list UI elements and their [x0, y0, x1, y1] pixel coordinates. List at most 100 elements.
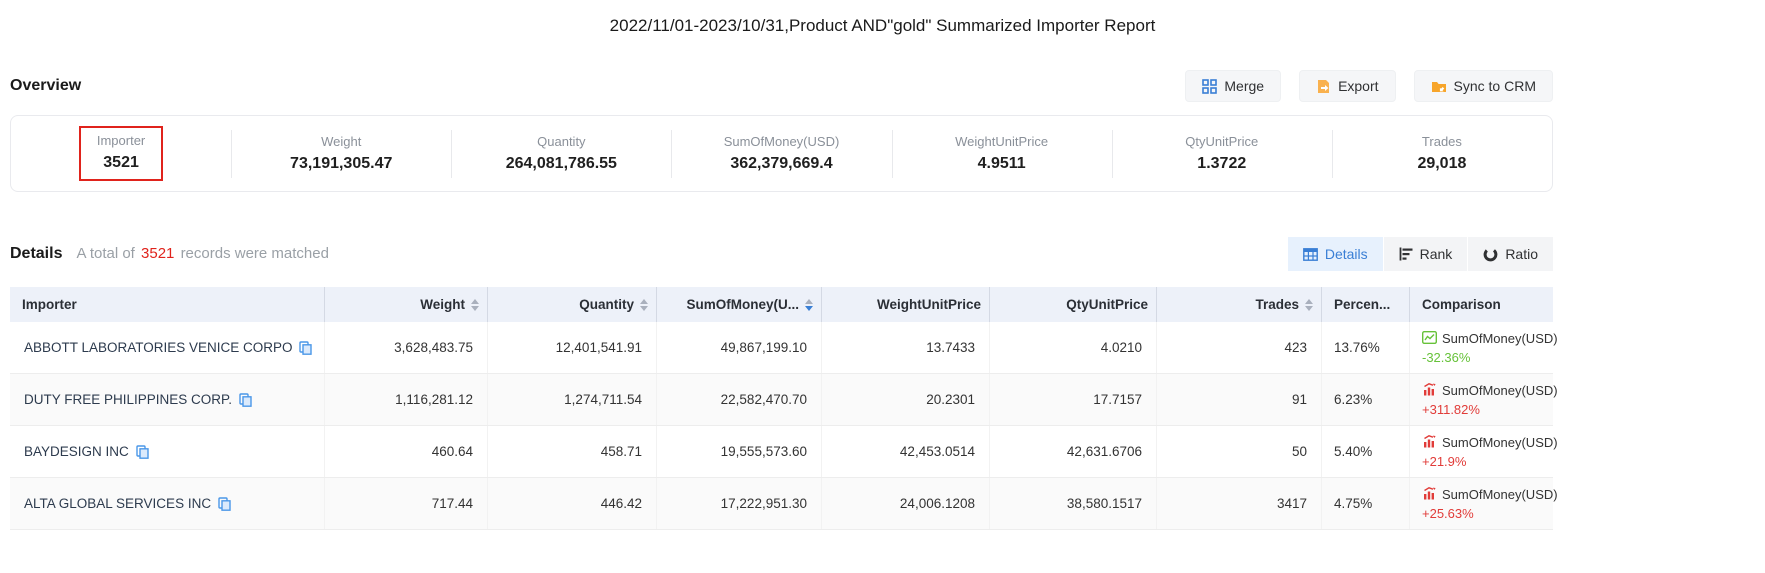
weight-unit-price-cell: 24,006.1208 — [822, 478, 990, 529]
importer-name-cell[interactable]: DUTY FREE PHILIPPINES CORP. — [10, 374, 325, 425]
qty-unit-price-cell: 4.0210 — [990, 322, 1157, 373]
weight-unit-price-cell: 20.2301 — [822, 374, 990, 425]
stat-weight-label: Weight — [321, 134, 361, 149]
weight-cell: 717.44 — [325, 478, 488, 529]
comparison-metric: SumOfMoney(USD) — [1442, 331, 1558, 346]
comparison-metric: SumOfMoney(USD) — [1442, 435, 1558, 450]
sync-to-crm-button[interactable]: Sync to CRM — [1414, 70, 1553, 102]
qty-unit-price-cell: 38,580.1517 — [990, 478, 1157, 529]
col-header-qty-unit-price: QtyUnitPrice — [990, 287, 1157, 322]
trend-down-chart-icon — [1422, 330, 1437, 347]
merge-button[interactable]: Merge — [1185, 70, 1281, 102]
quantity-cell: 12,401,541.91 — [488, 322, 657, 373]
percent-cell: 6.23% — [1322, 374, 1410, 425]
sum-of-money-cell: 22,582,470.70 — [657, 374, 822, 425]
stat-quantity-label: Quantity — [537, 134, 585, 149]
importer-name[interactable]: ABBOTT LABORATORIES VENICE CORPORAT... — [24, 340, 292, 355]
stat-trades-label: Trades — [1422, 134, 1462, 149]
importer-name-cell[interactable]: ABBOTT LABORATORIES VENICE CORPORAT... — [10, 322, 325, 373]
sort-icon-active-desc[interactable] — [805, 299, 813, 311]
comparison-cell: SumOfMoney(USD) +21.9% — [1410, 426, 1553, 477]
stat-qty-unit-price-value: 1.3722 — [1197, 155, 1246, 173]
qty-unit-price-cell: 17.7157 — [990, 374, 1157, 425]
col-header-quantity[interactable]: Quantity — [488, 287, 657, 322]
tab-rank[interactable]: Rank — [1384, 237, 1468, 271]
trades-cell: 50 — [1157, 426, 1322, 477]
comparison-metric: SumOfMoney(USD) — [1442, 383, 1558, 398]
tab-ratio[interactable]: Ratio — [1468, 237, 1553, 271]
copy-icon[interactable] — [239, 393, 252, 407]
sync-folder-icon — [1431, 79, 1447, 94]
importer-report-page: 2022/11/01-2023/10/31,Product AND"gold" … — [0, 0, 1765, 573]
stat-weight: Weight 73,191,305.47 — [231, 116, 451, 191]
trades-cell: 423 — [1157, 322, 1322, 373]
comparison-cell: SumOfMoney(USD) -32.36% — [1410, 322, 1553, 373]
percent-cell: 5.40% — [1322, 426, 1410, 477]
tab-rank-label: Rank — [1420, 246, 1453, 262]
col-header-weight-unit-price: WeightUnitPrice — [822, 287, 990, 322]
stat-importer-value: 3521 — [103, 154, 139, 172]
stat-weight-unit-price-label: WeightUnitPrice — [955, 134, 1048, 149]
view-mode-tabs: Details Rank Ratio — [1288, 237, 1553, 271]
total-suffix: records were matched — [181, 245, 329, 262]
total-count: 3521 — [141, 245, 174, 262]
tab-details-label: Details — [1325, 246, 1368, 262]
export-file-icon — [1316, 79, 1331, 94]
weight-unit-price-cell: 13.7433 — [822, 322, 990, 373]
importer-name-cell[interactable]: ALTA GLOBAL SERVICES INC — [10, 478, 325, 529]
tab-ratio-label: Ratio — [1505, 246, 1538, 262]
stat-trades-value: 29,018 — [1417, 155, 1466, 173]
col-header-comparison: Comparison — [1410, 287, 1553, 322]
importer-name[interactable]: BAYDESIGN INC — [24, 444, 129, 459]
rank-bars-icon — [1399, 247, 1413, 261]
col-header-sum-of-money[interactable]: SumOfMoney(U... — [657, 287, 822, 322]
stat-sum-of-money-label: SumOfMoney(USD) — [724, 134, 840, 149]
details-heading: Details — [10, 245, 62, 263]
copy-icon[interactable] — [299, 341, 312, 355]
sum-of-money-cell: 19,555,573.60 — [657, 426, 822, 477]
comparison-change: +21.9% — [1422, 454, 1466, 469]
col-header-trades[interactable]: Trades — [1157, 287, 1322, 322]
table-grid-icon — [1303, 248, 1318, 261]
importer-annotation-box: Importer 3521 — [79, 126, 163, 181]
qty-unit-price-cell: 42,631.6706 — [990, 426, 1157, 477]
stat-weight-unit-price-value: 4.9511 — [978, 155, 1026, 173]
quantity-cell: 458.71 — [488, 426, 657, 477]
comparison-cell: SumOfMoney(USD) +25.63% — [1410, 478, 1553, 529]
table-row: ABBOTT LABORATORIES VENICE CORPORAT... 3… — [10, 322, 1553, 374]
col-header-percent: Percen... — [1322, 287, 1410, 322]
copy-icon[interactable] — [136, 445, 149, 459]
comparison-change: -32.36% — [1422, 350, 1470, 365]
sum-of-money-cell: 17,222,951.30 — [657, 478, 822, 529]
export-button[interactable]: Export — [1299, 70, 1395, 102]
copy-icon[interactable] — [218, 497, 231, 511]
weight-unit-price-cell: 42,453.0514 — [822, 426, 990, 477]
importer-name[interactable]: DUTY FREE PHILIPPINES CORP. — [24, 392, 232, 407]
percent-cell: 4.75% — [1322, 478, 1410, 529]
weight-cell: 3,628,483.75 — [325, 322, 488, 373]
sort-icon[interactable] — [640, 299, 648, 311]
col-header-weight[interactable]: Weight — [325, 287, 488, 322]
importer-name-cell[interactable]: BAYDESIGN INC — [10, 426, 325, 477]
tab-details[interactable]: Details — [1288, 237, 1383, 271]
stat-weight-unit-price: WeightUnitPrice 4.9511 — [892, 116, 1112, 191]
importer-name[interactable]: ALTA GLOBAL SERVICES INC — [24, 496, 211, 511]
table-row: DUTY FREE PHILIPPINES CORP. 1,116,281.12… — [10, 374, 1553, 426]
trades-cell: 3417 — [1157, 478, 1322, 529]
total-prefix: A total of — [76, 245, 134, 262]
col-header-importer: Importer — [10, 287, 325, 322]
sort-icon[interactable] — [471, 299, 479, 311]
comparison-metric: SumOfMoney(USD) — [1442, 487, 1558, 502]
weight-cell: 460.64 — [325, 426, 488, 477]
merge-icon — [1202, 79, 1217, 94]
stat-quantity: Quantity 264,081,786.55 — [451, 116, 671, 191]
stat-sum-of-money-value: 362,379,669.4 — [730, 155, 832, 173]
records-matched-text: A total of 3521 records were matched — [76, 245, 329, 262]
stat-qty-unit-price: QtyUnitPrice 1.3722 — [1112, 116, 1332, 191]
comparison-cell: SumOfMoney(USD) +311.82% — [1410, 374, 1553, 425]
sum-of-money-cell: 49,867,199.10 — [657, 322, 822, 373]
trend-up-chart-icon — [1422, 434, 1437, 451]
stat-trades: Trades 29,018 — [1332, 116, 1552, 191]
sort-icon[interactable] — [1305, 299, 1313, 311]
export-button-label: Export — [1338, 78, 1378, 94]
